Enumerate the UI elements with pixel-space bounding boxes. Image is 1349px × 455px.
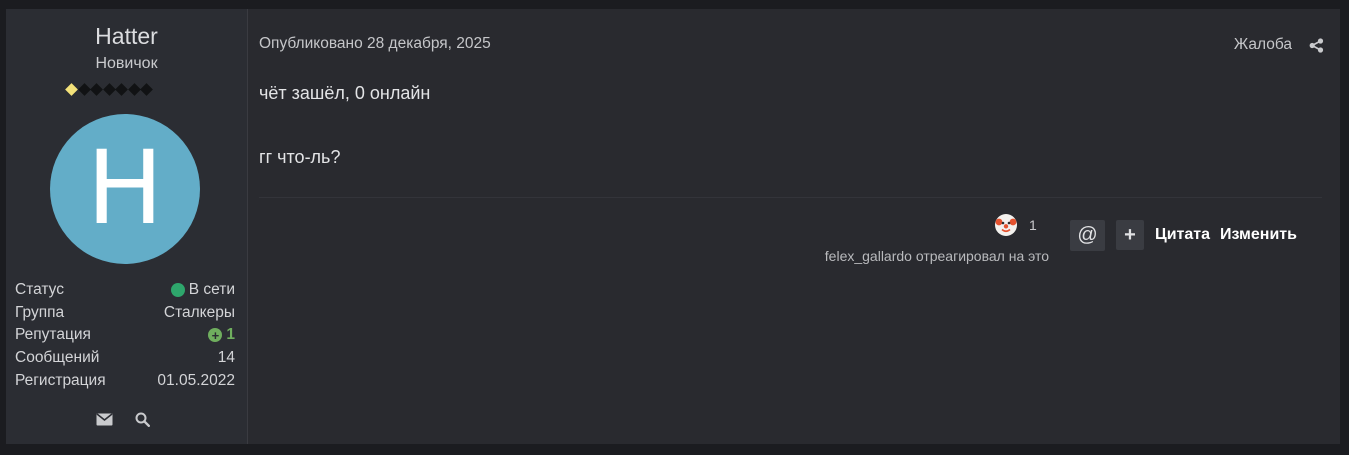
rank-pip	[115, 82, 128, 96]
avatar[interactable]: H	[50, 114, 200, 264]
author-rank: Новичок	[95, 55, 158, 72]
stat-reputation: Репутация + 1	[15, 324, 235, 347]
forum-post: Hatter Новичок H Статус В сети Группа Ст…	[6, 9, 1340, 444]
stat-group-label: Группа	[15, 303, 65, 321]
post-content: чёт зашёл, 0 онлайн гг что-ль?	[259, 83, 430, 211]
reaction[interactable]: 1	[995, 214, 1037, 236]
rank-pip-active	[65, 82, 78, 96]
stat-registered-value: 01.05.2022	[157, 371, 235, 389]
report-link[interactable]: Жалоба	[1234, 36, 1292, 54]
post-body: Опубликовано 28 декабря, 2025 Жалоба чёт…	[248, 9, 1340, 444]
avatar-letter: H	[86, 129, 164, 248]
stat-group: Группа Сталкеры	[15, 302, 235, 325]
multiquote-button[interactable]: +	[1116, 220, 1144, 250]
reaction-count: 1	[1029, 217, 1037, 233]
author-actions	[96, 412, 150, 427]
author-panel: Hatter Новичок H Статус В сети Группа Ст…	[6, 9, 248, 444]
rank-pip	[127, 82, 141, 96]
rank-pip	[77, 82, 91, 96]
rank-pip	[90, 82, 103, 96]
quote-button[interactable]: Цитата	[1155, 226, 1210, 244]
reacted-by-text[interactable]: felex_gallardo отреагировал на это	[825, 248, 1049, 264]
envelope-icon[interactable]	[96, 412, 113, 427]
post-line: чёт зашёл, 0 онлайн	[259, 83, 431, 103]
online-dot-icon	[170, 283, 185, 298]
plus-circle-icon: +	[208, 328, 223, 343]
author-stats: Статус В сети Группа Сталкеры Репутация …	[15, 279, 235, 392]
divider	[259, 197, 1322, 198]
search-icon[interactable]	[135, 412, 150, 427]
author-name[interactable]: Hatter	[6, 23, 247, 50]
stat-status: Статус В сети	[15, 279, 235, 302]
edit-button[interactable]: Изменить	[1220, 226, 1297, 244]
post-line: гг что-ль?	[259, 147, 341, 167]
clown-face-icon	[995, 214, 1017, 236]
stat-status-label: Статус	[15, 281, 64, 299]
stat-posts-label: Сообщений	[15, 349, 100, 367]
stat-registered-label: Регистрация	[15, 371, 106, 389]
stat-group-value: Сталкеры	[163, 303, 235, 321]
stat-posts: Сообщений 14	[15, 347, 235, 370]
stat-reputation-label: Репутация	[15, 326, 91, 344]
share-icon[interactable]	[1309, 38, 1324, 53]
stat-reputation-value: 1	[226, 326, 235, 344]
stat-posts-value: 14	[217, 349, 235, 367]
post-date[interactable]: Опубликовано 28 декабря, 2025	[259, 35, 491, 53]
stat-registered: Регистрация 01.05.2022	[15, 369, 235, 392]
rank-pip	[102, 82, 116, 96]
rank-pips	[65, 82, 153, 96]
stat-status-value: В сети	[188, 281, 235, 299]
mention-button[interactable]: @	[1070, 220, 1105, 251]
rank-pip	[140, 82, 153, 96]
